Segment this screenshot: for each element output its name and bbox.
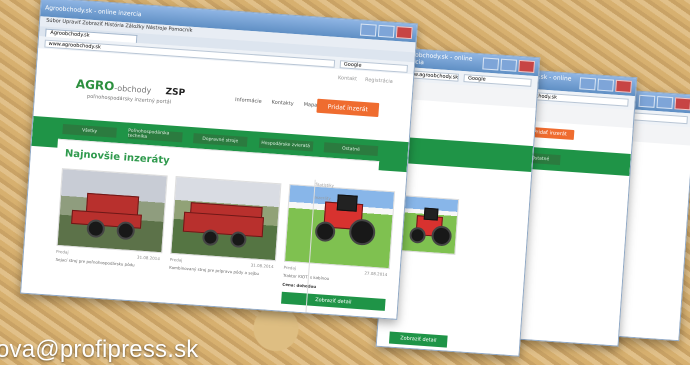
- tractor-wheel-front: [409, 226, 427, 244]
- window-controls[interactable]: [359, 23, 413, 40]
- add-listing-button[interactable]: Pridať inzerát: [316, 98, 380, 118]
- listing-image[interactable]: [170, 176, 282, 262]
- listing-card[interactable]: Predaj 31.08.2014 Kombinovaný stroj pre p…: [167, 176, 282, 303]
- listing-image[interactable]: [56, 168, 168, 254]
- sidebar-title: Inzeráty: [314, 194, 331, 201]
- listing-date: 31.08.2014: [250, 262, 274, 270]
- logo-main: AGRO: [75, 76, 115, 94]
- web-page: Kontakt Registrácia AGRO-obchody ZSP poľ…: [21, 48, 414, 319]
- browser-window-main: Agroobchody.sk - online inzercia Súbor U…: [20, 0, 418, 320]
- listing-date: 27.08.2014: [364, 270, 388, 278]
- listing-type: Predaj: [283, 264, 297, 271]
- window-controls[interactable]: [482, 57, 536, 74]
- maximize-button[interactable]: [377, 24, 395, 38]
- top-link-register[interactable]: Registrácia: [365, 77, 393, 85]
- minimize-button[interactable]: [579, 77, 597, 91]
- nav-item-info[interactable]: Informácie: [235, 97, 262, 105]
- machine-body: [182, 211, 265, 238]
- search-field[interactable]: Google: [463, 74, 532, 87]
- sidebar-title: Štatistiky: [315, 181, 335, 189]
- top-link-contact[interactable]: Kontakt: [338, 75, 358, 82]
- listing-date: 31.08.2014: [136, 254, 161, 262]
- logo-sub: -obchody: [113, 83, 152, 96]
- nav-item-contacts[interactable]: Kontakty: [271, 100, 293, 108]
- window-title: Agroobchody.sk - online inzercia: [44, 4, 142, 18]
- tractor-cab: [423, 207, 439, 221]
- site-slogan: poľnohospodársky inzertný portál: [86, 93, 172, 106]
- maximize-button[interactable]: [597, 78, 615, 92]
- machine-wheel: [229, 231, 247, 249]
- maximize-button[interactable]: [656, 96, 674, 110]
- close-button[interactable]: [395, 26, 413, 40]
- overlay-email: ova@profipress.sk: [0, 336, 199, 363]
- minimize-button[interactable]: [482, 57, 500, 71]
- listing-card[interactable]: Predaj 31.08.2014 Sejací stroj pre poľnoh…: [54, 168, 168, 295]
- section-title: Najnovšie inzeráty: [64, 148, 170, 167]
- top-links: Kontakt Registrácia: [338, 75, 393, 85]
- listing-type: Predaj: [55, 248, 69, 255]
- window-controls[interactable]: [638, 94, 690, 111]
- latest-listings-section: Najnovšie inzeráty Predaj 31.08.2014 Seja…: [47, 138, 396, 319]
- minimize-button[interactable]: [359, 23, 377, 37]
- machine-wheel: [201, 229, 220, 247]
- detail-button[interactable]: Zobraziť detail: [388, 331, 448, 348]
- tractor-wheel-back: [430, 225, 453, 247]
- listing-type: Predaj: [169, 256, 183, 263]
- machine-wheel: [86, 218, 106, 239]
- maximize-button[interactable]: [500, 58, 518, 72]
- close-button[interactable]: [674, 97, 690, 111]
- brand-mark: ZSP: [165, 87, 186, 99]
- minimize-button[interactable]: [638, 94, 656, 108]
- green-stripe: [389, 136, 534, 173]
- sidebar-box: Štatistiky Inzeráty: [304, 179, 368, 319]
- close-button[interactable]: [615, 79, 632, 93]
- machine-wheel: [116, 221, 136, 241]
- close-button[interactable]: [518, 59, 536, 74]
- window-controls[interactable]: [579, 77, 632, 93]
